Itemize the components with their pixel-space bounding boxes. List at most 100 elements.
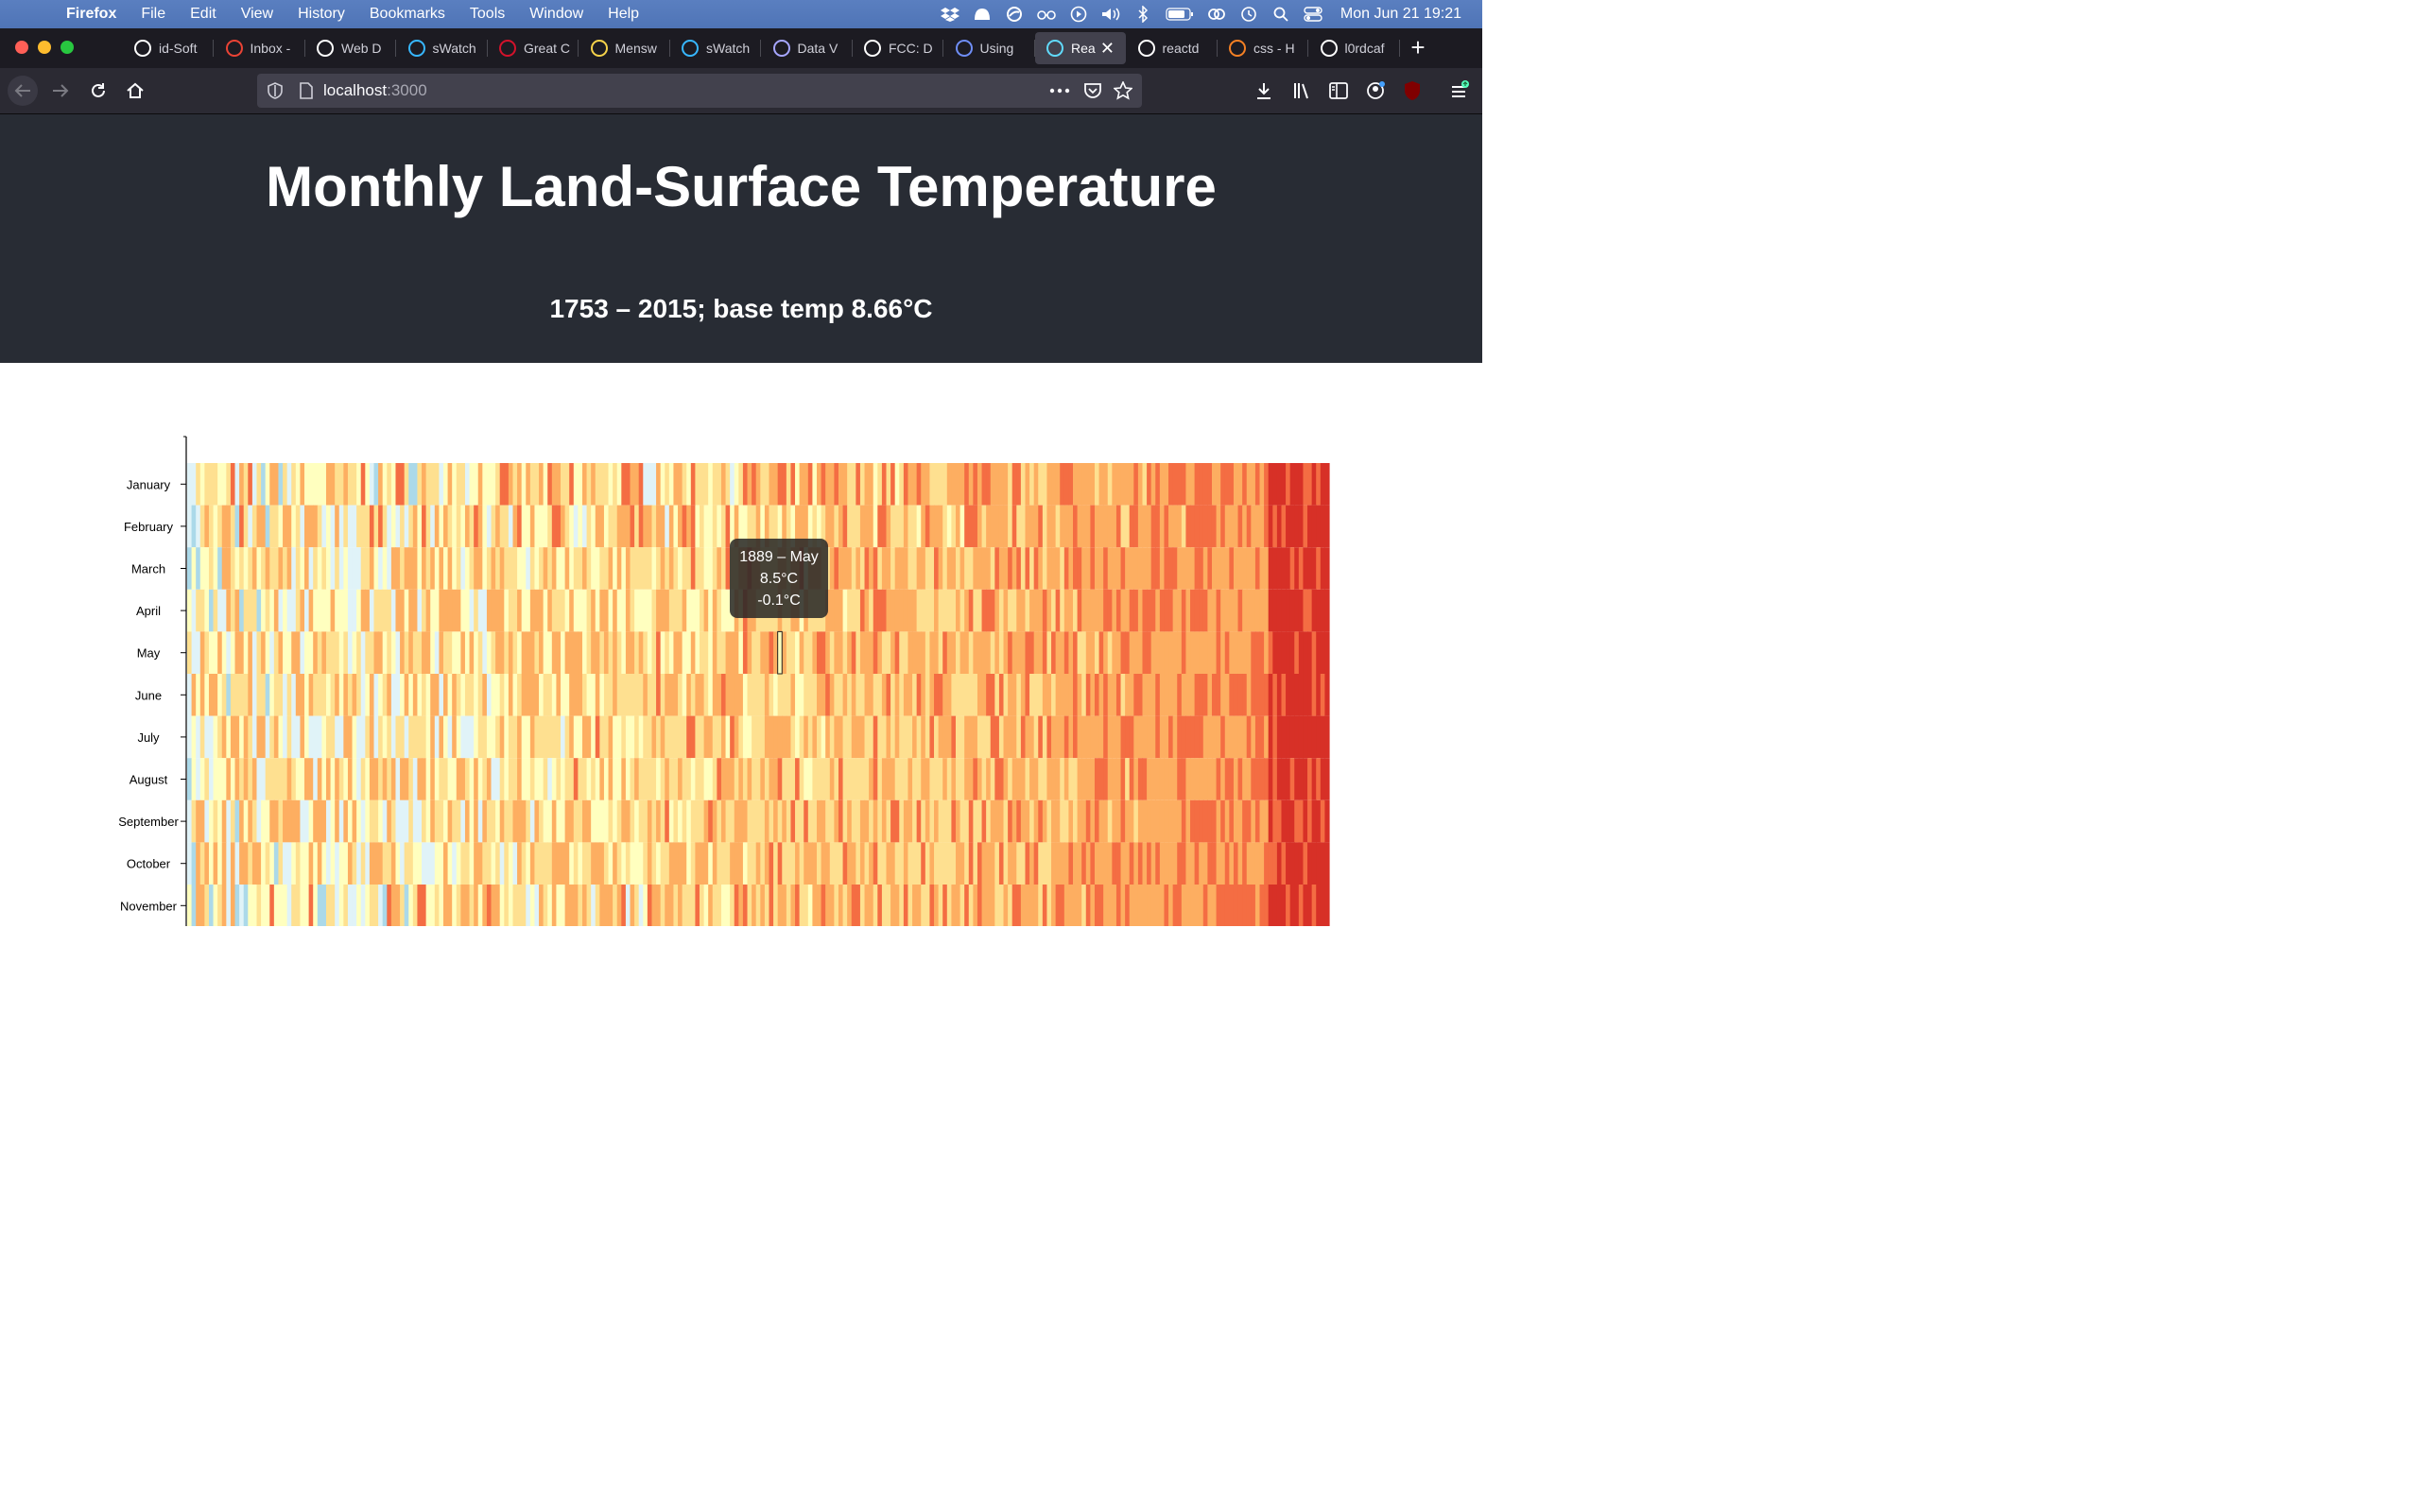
heatmap-cell[interactable] <box>1011 631 1017 674</box>
heatmap-cell[interactable] <box>1094 589 1100 632</box>
heatmap-cell[interactable] <box>1016 842 1022 885</box>
heatmap-cell[interactable] <box>842 758 848 800</box>
heatmap-cell[interactable] <box>773 758 779 800</box>
heatmap-cell[interactable] <box>338 715 344 759</box>
heatmap-cell[interactable] <box>199 715 205 759</box>
heatmap-cell[interactable] <box>1259 715 1265 759</box>
heatmap-cell[interactable] <box>1125 758 1131 800</box>
heatmap-cell[interactable] <box>417 758 423 800</box>
heatmap-cell[interactable] <box>769 674 774 716</box>
heatmap-cell[interactable] <box>1216 674 1221 716</box>
heatmap-cell[interactable] <box>1011 885 1017 926</box>
heatmap-cell[interactable] <box>1103 758 1109 800</box>
heatmap-cell[interactable] <box>994 885 1000 926</box>
heatmap-cell[interactable] <box>1316 547 1322 590</box>
heatmap-cell[interactable] <box>1298 715 1305 759</box>
heatmap-cell[interactable] <box>651 547 657 590</box>
heatmap-cell[interactable] <box>634 799 640 843</box>
heatmap-cell[interactable] <box>499 631 505 674</box>
heatmap-cell[interactable] <box>382 463 388 506</box>
heatmap-cell[interactable] <box>1324 715 1330 759</box>
heatmap-cell[interactable] <box>608 842 614 885</box>
heatmap-cell[interactable] <box>903 885 909 926</box>
heatmap-cell[interactable] <box>678 715 683 759</box>
heatmap-cell[interactable] <box>1272 631 1278 674</box>
heatmap-cell[interactable] <box>752 715 757 759</box>
heatmap-cell[interactable] <box>261 547 267 590</box>
heatmap-cell[interactable] <box>248 799 253 843</box>
heatmap-cell[interactable] <box>1025 674 1030 716</box>
heatmap-cell[interactable] <box>447 842 453 885</box>
heatmap-cell[interactable] <box>564 885 570 926</box>
heatmap-cell[interactable] <box>1307 758 1313 800</box>
heatmap-cell[interactable] <box>1142 842 1148 885</box>
heatmap-cell[interactable] <box>1077 631 1082 674</box>
menu-window[interactable]: Window <box>529 6 583 23</box>
heatmap-cell[interactable] <box>912 799 918 843</box>
heatmap-cell[interactable] <box>613 842 618 885</box>
heatmap-cell[interactable] <box>196 674 201 716</box>
heatmap-cell[interactable] <box>1294 631 1300 674</box>
heatmap-cell[interactable] <box>613 885 618 926</box>
heatmap-cell[interactable] <box>682 758 687 800</box>
heatmap-cell[interactable] <box>486 758 493 800</box>
heatmap-cell[interactable] <box>1063 547 1070 590</box>
heatmap-cell[interactable] <box>569 589 575 632</box>
heatmap-cell[interactable] <box>738 715 744 759</box>
heatmap-cell[interactable] <box>699 674 705 716</box>
heatmap-cell[interactable] <box>1251 674 1256 716</box>
heatmap-cell[interactable] <box>1125 715 1131 759</box>
heatmap-cell[interactable] <box>586 505 592 548</box>
heatmap-cell[interactable] <box>638 799 644 843</box>
heatmap-cell[interactable] <box>752 631 757 674</box>
heatmap-cell[interactable] <box>821 799 826 843</box>
heatmap-cell[interactable] <box>1073 758 1079 800</box>
heatmap-cell[interactable] <box>1311 589 1317 632</box>
heatmap-cell[interactable] <box>199 463 205 506</box>
heatmap-cell[interactable] <box>764 463 770 506</box>
heatmap-cell[interactable] <box>208 758 215 800</box>
heatmap-cell[interactable] <box>951 631 957 674</box>
heatmap-cell[interactable] <box>278 715 284 759</box>
heatmap-cell[interactable] <box>973 547 978 590</box>
heatmap-cell[interactable] <box>660 715 666 759</box>
heatmap-cell[interactable] <box>1264 758 1270 800</box>
heatmap-cell[interactable] <box>994 463 1000 506</box>
heatmap-cell[interactable] <box>708 674 714 716</box>
heatmap-cell[interactable] <box>204 631 210 674</box>
heatmap-cell[interactable] <box>1137 505 1144 548</box>
heatmap-cell[interactable] <box>1172 799 1178 843</box>
heatmap-cell[interactable] <box>738 842 744 885</box>
heatmap-cell[interactable] <box>656 589 662 632</box>
heatmap-cell[interactable] <box>534 589 540 632</box>
heatmap-cell[interactable] <box>738 758 744 800</box>
heatmap-cell[interactable] <box>417 715 423 759</box>
heatmap-cell[interactable] <box>847 842 853 885</box>
heatmap-cell[interactable] <box>360 505 366 548</box>
heatmap-cell[interactable] <box>486 589 493 632</box>
heatmap-cell[interactable] <box>578 885 583 926</box>
heatmap-cell[interactable] <box>1115 463 1122 506</box>
heatmap-cell[interactable] <box>304 758 310 800</box>
heatmap-cell[interactable] <box>869 842 874 885</box>
heatmap-cell[interactable] <box>795 631 801 674</box>
heatmap-cell[interactable] <box>1055 799 1061 843</box>
heatmap-cell[interactable] <box>1177 674 1183 716</box>
browser-tab[interactable]: l0rdcaf <box>1309 32 1400 64</box>
heatmap-cell[interactable] <box>1237 715 1243 759</box>
heatmap-cell[interactable] <box>668 758 675 800</box>
heatmap-cell[interactable] <box>842 631 848 674</box>
heatmap-cell[interactable] <box>300 589 305 632</box>
heatmap-cell[interactable] <box>1185 674 1191 716</box>
heatmap-cell[interactable] <box>1316 631 1322 674</box>
heatmap-cell[interactable] <box>1155 758 1161 800</box>
heatmap-cell[interactable] <box>890 758 896 800</box>
heatmap-cell[interactable] <box>295 715 302 759</box>
heatmap-cell[interactable] <box>708 799 714 843</box>
heatmap-cell[interactable] <box>1272 463 1278 506</box>
heatmap-cell[interactable] <box>1137 885 1144 926</box>
heatmap-cell[interactable] <box>894 589 900 632</box>
heatmap-cell[interactable] <box>556 547 562 590</box>
heatmap-cell[interactable] <box>395 715 401 759</box>
heatmap-cell[interactable] <box>651 715 657 759</box>
